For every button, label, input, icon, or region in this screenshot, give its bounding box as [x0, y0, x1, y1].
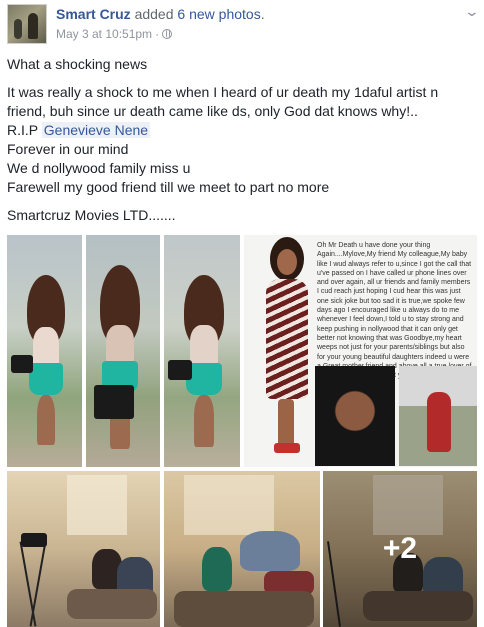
photo-thumbnail[interactable]: [86, 235, 160, 467]
photo-thumbnail[interactable]: [7, 235, 82, 467]
portrait-face: [277, 249, 297, 275]
post-line: Forever in our mind: [7, 141, 129, 157]
tagged-person-link[interactable]: Genevieve Nene: [41, 122, 151, 138]
post-line: Farewell my good friend till we meet to …: [7, 179, 330, 195]
post-text: What a shocking news It was really a sho…: [7, 55, 477, 225]
photo-thumbnail[interactable]: [164, 235, 240, 467]
avatar-figure: [28, 13, 38, 39]
rip-text: R.I.P: [7, 122, 38, 138]
globe-icon[interactable]: [162, 29, 173, 39]
action-suffix: .: [260, 6, 265, 22]
portrait-legs: [278, 399, 294, 449]
post-timestamp[interactable]: May 3 at 10:51pm: [56, 27, 152, 41]
more-photos-count[interactable]: +2: [323, 471, 477, 627]
post-line: What a shocking news: [7, 56, 148, 72]
photos-count-link[interactable]: 6 new photos: [177, 6, 260, 22]
photo-thumbnail[interactable]: [164, 471, 320, 627]
inset-portrait-red: [399, 366, 477, 466]
chevron-down-icon[interactable]: ⌄: [464, 3, 480, 20]
photo-collage-tribute[interactable]: Oh Mr Death u have done your thing Again…: [244, 235, 477, 467]
action-prefix: added: [134, 6, 174, 22]
meta-separator: ·: [155, 27, 160, 41]
post-line: We d nollywood family miss u: [7, 160, 191, 176]
post-signature: Smartcruz Movies LTD.......: [7, 207, 176, 223]
post-line-rip: R.I.P Genevieve Nene: [7, 121, 477, 140]
portrait-dress: [266, 279, 308, 399]
avatar-figure-secondary: [14, 19, 22, 39]
photo-more-overlay[interactable]: +2: [323, 471, 477, 627]
facebook-post: Smart Cruz added 6 new photos. May 3 at …: [0, 0, 484, 627]
post-line: It was really a shock to me when I heard…: [7, 84, 439, 119]
post-meta: May 3 at 10:51pm ·: [56, 27, 173, 41]
post-header: Smart Cruz added 6 new photos.: [56, 6, 265, 22]
photo-thumbnail[interactable]: [7, 471, 160, 627]
author-avatar[interactable]: [7, 4, 47, 44]
portrait-shoes: [274, 443, 300, 453]
author-name[interactable]: Smart Cruz: [56, 6, 131, 22]
inset-portrait-closeup: [315, 366, 395, 466]
